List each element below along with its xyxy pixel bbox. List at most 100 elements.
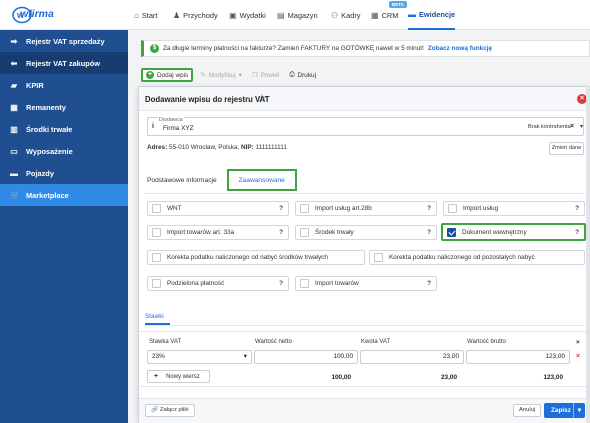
dialog-header: Dodawanie wpisu do rejestru VAT ☆ × — [139, 87, 590, 111]
nav-kadry[interactable]: ⚇ Kadry — [331, 0, 360, 30]
cancel-button[interactable]: Anuluj — [513, 404, 542, 417]
help-icon[interactable]: ? — [279, 205, 283, 212]
vat-rate-select[interactable]: 23% ▾ — [147, 350, 252, 364]
delete-row-icon[interactable]: × — [576, 353, 580, 360]
print-button[interactable]: ⎙ Drukuj — [286, 68, 319, 82]
gross-value-input[interactable]: 123,00 — [466, 350, 570, 364]
new-row-button[interactable]: + Nowy wiersz — [147, 370, 210, 383]
nav-label: Kadry — [341, 10, 361, 20]
tab-basic-info[interactable]: Podstawowe informacje — [145, 177, 219, 184]
modify-label: Modyfikuj — [208, 71, 236, 79]
sidebar-item-label: Wyposażenie — [26, 146, 73, 156]
option-srodek-trwaly[interactable]: Środek trwały? — [295, 225, 437, 240]
warehouse-icon: ▤ — [277, 10, 285, 20]
sidebar-item-srodki-trwale[interactable]: ▥ Środki trwałe — [0, 118, 128, 140]
sidebar-item-rejestr-vat-zakupow[interactable]: ⬅ Rejestr VAT zakupów — [0, 52, 128, 74]
book-icon: ▰ — [10, 80, 18, 90]
checkbox[interactable] — [152, 228, 161, 237]
copy-icon: ❐ — [251, 72, 258, 79]
sidebar-item-label: Marketplace — [26, 190, 69, 200]
sidebar-item-kpir[interactable]: ▰ KPIR — [0, 74, 128, 96]
banner-link[interactable]: Zobacz nową funkcję — [428, 45, 492, 52]
sidebar-item-wyposazenie[interactable]: ▭ Wyposażenie — [0, 140, 128, 162]
option-label: Import towarów art. 33a — [167, 229, 235, 236]
checkbox[interactable] — [152, 253, 161, 262]
plus-circle-icon: + — [146, 71, 154, 79]
chevron-down-icon[interactable]: ▾ — [580, 123, 583, 130]
checkbox[interactable] — [300, 228, 309, 237]
page-scrollbar[interactable] — [586, 86, 590, 423]
option-import-towarow[interactable]: Import towarów? — [295, 276, 437, 291]
option-korekta-srodkow-trwalych[interactable]: Korekta podatku naliczonego od nabyć śro… — [147, 250, 365, 265]
help-icon[interactable]: ? — [427, 229, 431, 236]
nav-ewidencje[interactable]: ▬ Ewidencje — [408, 0, 456, 30]
help-icon[interactable]: ? — [427, 280, 431, 287]
option-label: Korekta podatku naliczonego od pozostały… — [389, 254, 535, 261]
register-in-icon: ➡ — [10, 36, 18, 46]
sidebar-item-label: Środki trwałe — [26, 124, 73, 134]
sidebar-item-marketplace[interactable]: 🛒 Marketplace — [0, 184, 128, 206]
nav-label: CRM — [381, 10, 399, 20]
header-gross-value: Wartość brutto — [467, 339, 506, 345]
help-icon[interactable]: ? — [279, 229, 283, 236]
option-label: Import towarów — [315, 280, 359, 287]
checkbox[interactable] — [300, 279, 309, 288]
option-import-uslug[interactable]: Import usług? — [443, 201, 585, 216]
attach-files-button[interactable]: 🔗 Załącz pliki — [145, 404, 195, 417]
checkbox[interactable] — [152, 279, 161, 288]
net-value-input[interactable]: 100,00 — [254, 350, 358, 364]
help-icon[interactable]: ? — [427, 205, 431, 212]
help-icon[interactable]: ? — [575, 205, 579, 212]
option-import-uslug-28b[interactable]: Import usług art.28b? — [295, 201, 437, 216]
checkbox[interactable] — [152, 204, 161, 213]
sidebar-item-rejestr-vat-sprzedazy[interactable]: ➡ Rejestr VAT sprzedaży — [0, 30, 128, 52]
total-net: 100,00 — [331, 374, 351, 381]
option-korekta-pozostalych[interactable]: Korekta podatku naliczonego od pozostały… — [369, 250, 585, 265]
save-button[interactable]: Zapisz ▾ — [544, 403, 585, 418]
printer-icon: ⎙ — [289, 71, 295, 78]
income-icon: ♟ — [173, 10, 181, 20]
change-data-button[interactable]: Zmień dane — [549, 142, 584, 155]
supplier-field[interactable]: Dostawca i Firma XYZ Brak kontrahenta × … — [147, 117, 584, 136]
option-import-towarow-33a[interactable]: Import towarów art. 33a? — [147, 225, 289, 240]
add-entry-button[interactable]: + Dodaj wpis — [141, 68, 194, 82]
clear-icon[interactable]: × — [570, 123, 574, 130]
inventory-icon: ▦ — [10, 102, 18, 112]
tab-advanced[interactable]: Zaawansowane — [226, 169, 297, 191]
checkbox[interactable] — [374, 253, 383, 262]
option-label: Podzielona płatność — [167, 280, 225, 287]
vat-amount-input[interactable]: 23,00 — [360, 350, 464, 364]
add-entry-label: Dodaj wpis — [157, 71, 189, 79]
option-podzielona-platnosc[interactable]: Podzielona płatność? — [147, 276, 289, 291]
repeat-label: Powiel — [260, 71, 280, 79]
option-wnt[interactable]: WNT? — [147, 201, 289, 216]
info-icon[interactable]: i — [152, 123, 154, 130]
checkbox[interactable] — [300, 204, 309, 213]
total-vat: 23,00 — [441, 374, 457, 381]
sidebar-item-pojazdy[interactable]: ▬ Pojazdy — [0, 162, 128, 184]
sidebar-item-label: Remanenty — [26, 102, 66, 112]
tab-rates[interactable]: Stawki — [145, 313, 164, 320]
people-icon: ⚇ — [331, 10, 339, 20]
nav-wydatki[interactable]: ▣ Wydatki — [229, 0, 266, 30]
nav-przychody[interactable]: ♟ Przychody — [173, 0, 218, 30]
delete-all-icon[interactable]: × — [576, 339, 580, 346]
chevron-down-icon[interactable]: ▾ — [572, 403, 585, 418]
checkbox[interactable] — [448, 204, 457, 213]
dialog-footer: 🔗 Załącz pliki Anuluj Zapisz ▾ — [139, 398, 590, 423]
nav-label: Magazyn — [287, 10, 318, 20]
star-icon[interactable]: ☆ — [257, 92, 267, 105]
help-icon[interactable]: ? — [279, 280, 283, 287]
repeat-button[interactable]: ❐ Powiel — [249, 68, 283, 82]
nav-magazyn[interactable]: ▤ Magazyn — [277, 0, 318, 30]
help-icon[interactable]: ? — [575, 229, 579, 236]
grid-divider — [139, 331, 590, 332]
sidebar-item-label: KPIR — [26, 80, 44, 90]
option-dokument-wewnetrzny[interactable]: Dokument wewnętrzny? — [441, 223, 586, 241]
paperclip-icon: 🔗 — [151, 407, 159, 413]
nav-start[interactable]: ⌂ Start — [134, 0, 157, 30]
checkbox-checked[interactable] — [447, 227, 456, 237]
modify-button[interactable]: ✎ Modyfikuj ▾ — [197, 68, 245, 82]
sidebar-item-remanenty[interactable]: ▦ Remanenty — [0, 96, 128, 118]
sidebar-item-label: Rejestr VAT sprzedaży — [26, 36, 105, 46]
